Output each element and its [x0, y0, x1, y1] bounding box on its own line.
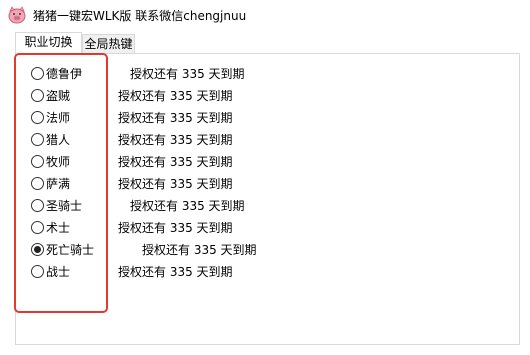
class-row-death-knight: 死亡骑士 授权还有 335 天到期 [0, 239, 530, 261]
class-row-paladin: 圣骑士 授权还有 335 天到期 [0, 195, 530, 217]
license-text-hunter: 授权还有 335 天到期 [118, 133, 233, 147]
radio-warlock[interactable] [31, 221, 44, 234]
class-row-rogue: 盗贼 授权还有 335 天到期 [0, 85, 530, 107]
class-label-hunter[interactable]: 猎人 [46, 131, 70, 148]
class-row-priest: 牧师 授权还有 335 天到期 [0, 151, 530, 173]
class-label-warrior[interactable]: 战士 [46, 263, 70, 280]
radio-hunter[interactable] [31, 133, 44, 146]
tab-global-hotkeys[interactable]: 全局热键 [82, 34, 135, 54]
license-text-rogue: 授权还有 335 天到期 [118, 89, 233, 103]
class-row-warrior: 战士 授权还有 335 天到期 [0, 261, 530, 283]
class-row-mage: 法师 授权还有 335 天到期 [0, 107, 530, 129]
class-label-warlock[interactable]: 术士 [46, 219, 70, 236]
radio-warrior[interactable] [31, 265, 44, 278]
radio-mage[interactable] [31, 111, 44, 124]
class-row-hunter: 猎人 授权还有 335 天到期 [0, 129, 530, 151]
window-title: 猪猪一键宏WLK版 联系微信chengjnuu [33, 9, 247, 23]
radio-druid[interactable] [31, 67, 44, 80]
radio-shaman[interactable] [31, 177, 44, 190]
class-row-warlock: 术士 授权还有 335 天到期 [0, 217, 530, 239]
class-label-mage[interactable]: 法师 [46, 109, 70, 126]
tab-class-switch[interactable]: 职业切换 [15, 32, 82, 54]
license-text-paladin: 授权还有 335 天到期 [130, 199, 245, 213]
license-text-death-knight: 授权还有 335 天到期 [142, 243, 257, 257]
class-row-shaman: 萨满 授权还有 335 天到期 [0, 173, 530, 195]
tab-strip: 职业切换 全局热键 [0, 30, 530, 54]
pig-face-icon [8, 6, 26, 24]
class-label-priest[interactable]: 牧师 [46, 153, 70, 170]
class-label-druid[interactable]: 德鲁伊 [46, 65, 82, 82]
license-text-priest: 授权还有 335 天到期 [118, 155, 233, 169]
license-text-warlock: 授权还有 335 天到期 [118, 221, 233, 235]
class-label-shaman[interactable]: 萨满 [46, 175, 70, 192]
title-bar[interactable]: 猪猪一键宏WLK版 联系微信chengjnuu [0, 0, 530, 30]
license-text-mage: 授权还有 335 天到期 [118, 111, 233, 125]
class-row-druid: 德鲁伊 授权还有 335 天到期 [0, 63, 530, 85]
license-text-shaman: 授权还有 335 天到期 [118, 177, 233, 191]
class-label-rogue[interactable]: 盗贼 [46, 87, 70, 104]
class-label-paladin[interactable]: 圣骑士 [46, 197, 82, 214]
radio-death-knight[interactable] [31, 243, 44, 256]
radio-paladin[interactable] [31, 199, 44, 212]
radio-rogue[interactable] [31, 89, 44, 102]
license-text-warrior: 授权还有 335 天到期 [118, 265, 233, 279]
class-label-death-knight[interactable]: 死亡骑士 [46, 241, 94, 258]
radio-priest[interactable] [31, 155, 44, 168]
license-text-druid: 授权还有 335 天到期 [130, 67, 245, 81]
